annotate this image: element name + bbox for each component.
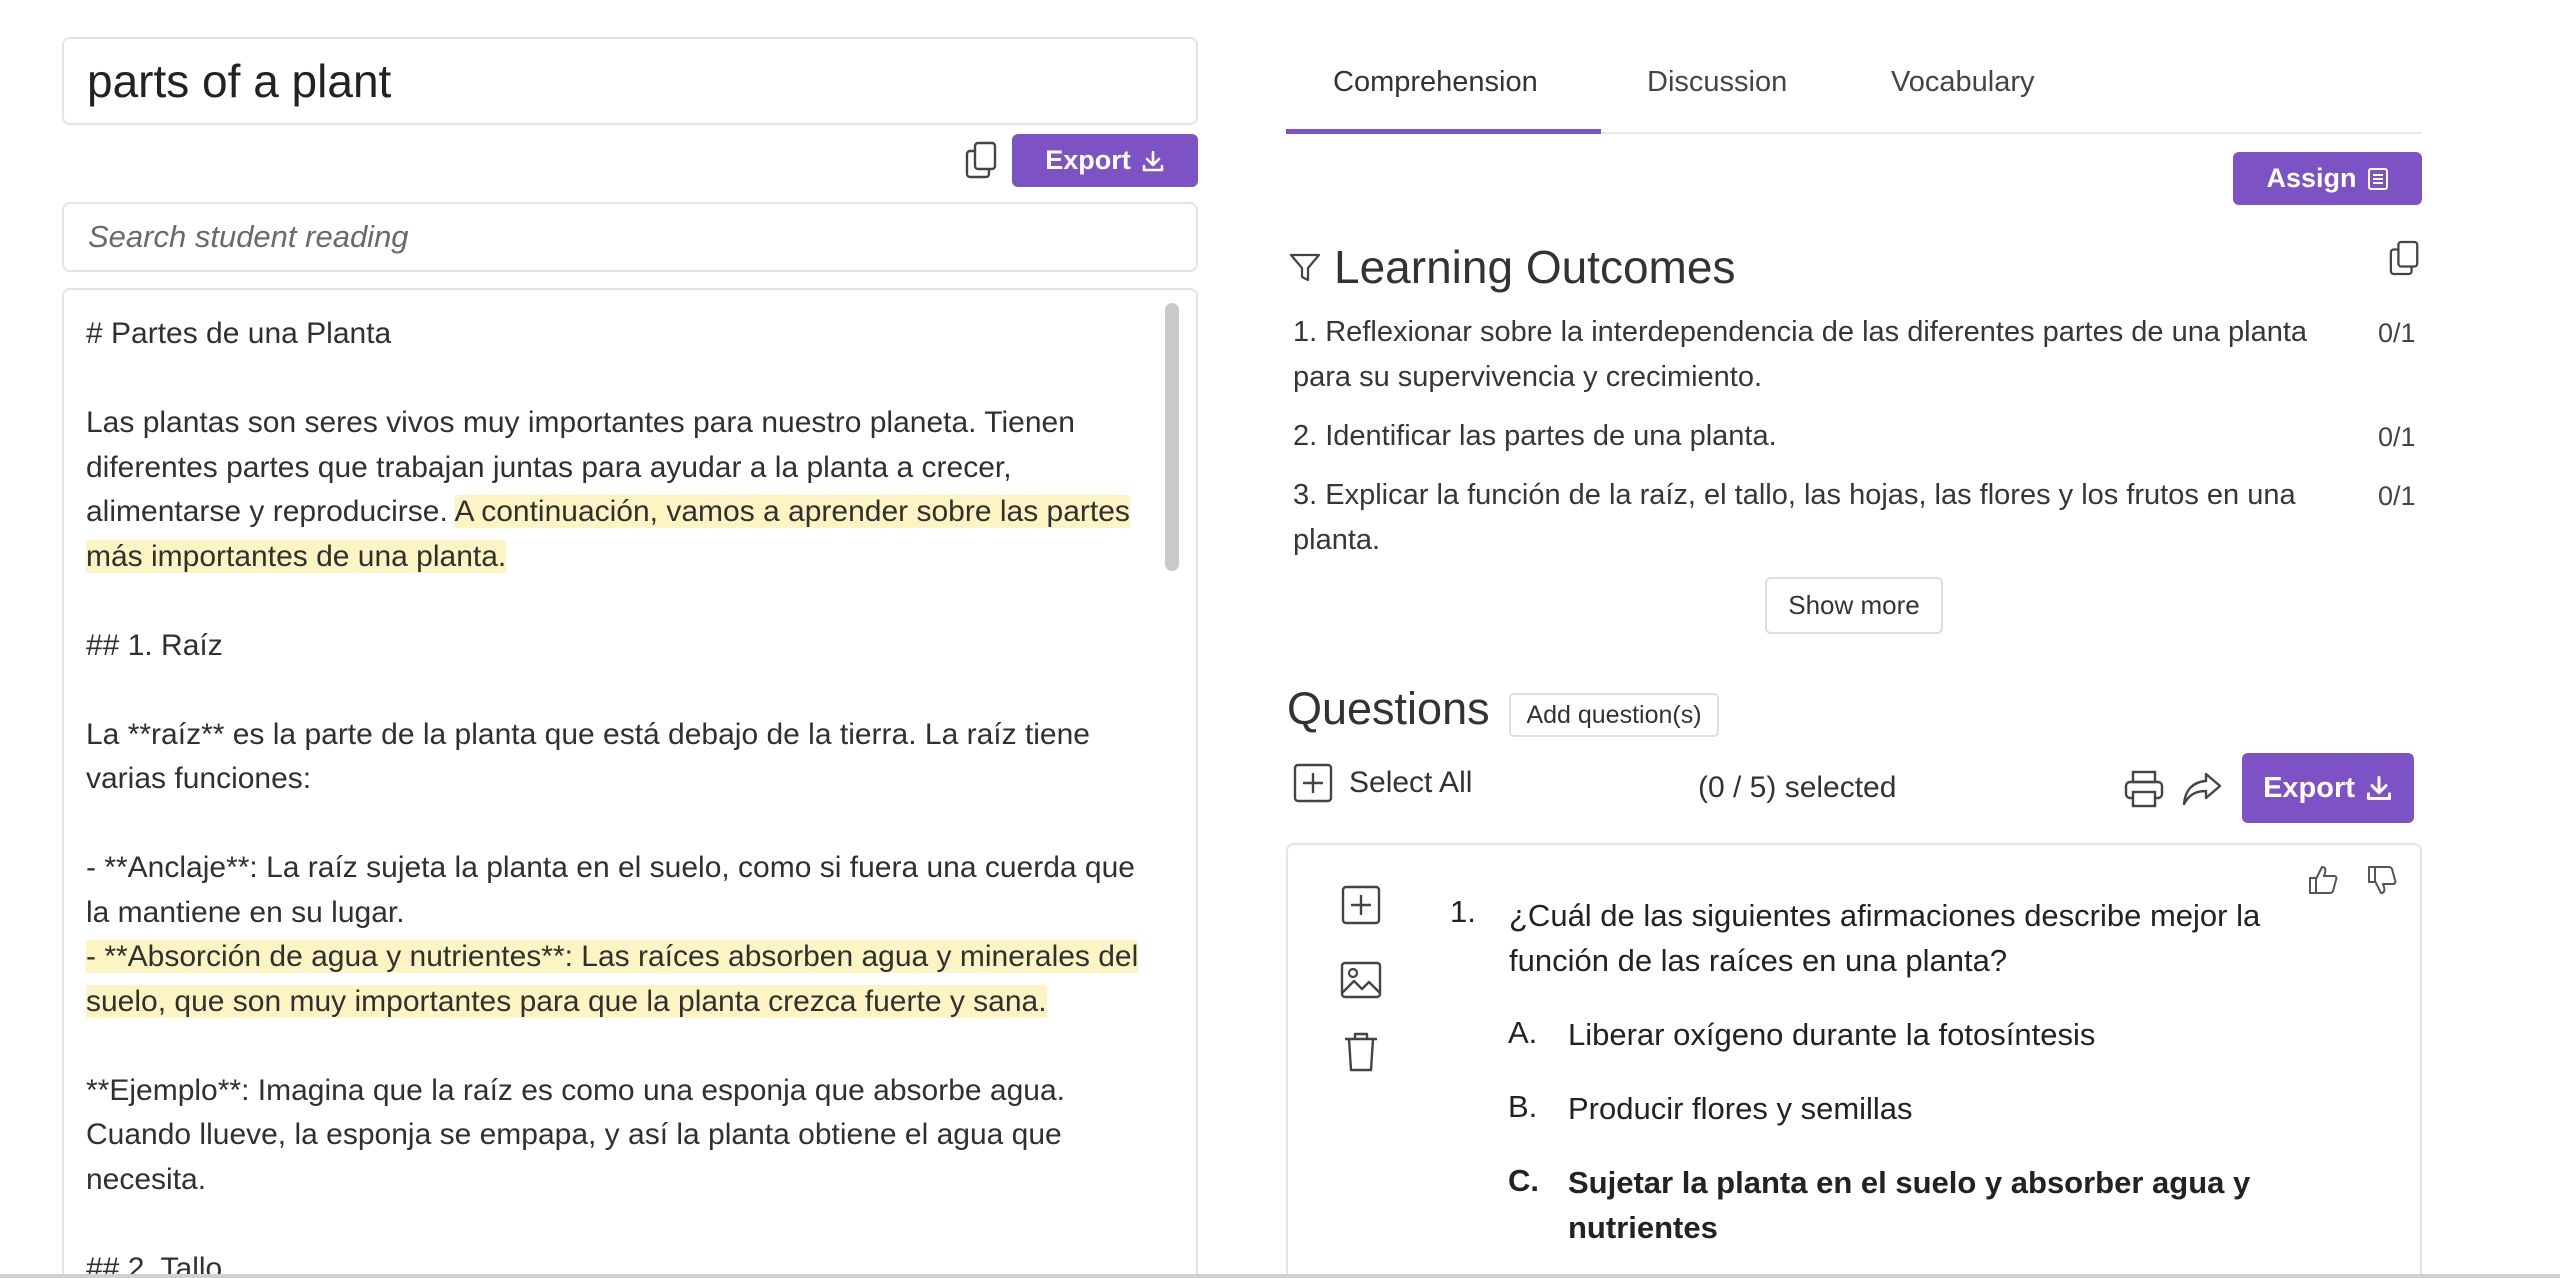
share-button[interactable] — [2178, 765, 2226, 813]
topic-value: parts of a plant — [87, 55, 392, 107]
reading-list-item: - **Anclaje**: La raíz sujeta la planta … — [86, 851, 1135, 929]
option-letter: A. — [1508, 1015, 1538, 1050]
thumbs-down-button[interactable] — [2364, 862, 2400, 898]
reading-list-item: - **Absorción de agua y nutrientes**: La… — [86, 935, 1146, 1024]
reading-panel[interactable]: # Partes de una Planta Las plantas son s… — [62, 288, 1198, 1278]
show-more-button[interactable]: Show more — [1765, 577, 1943, 634]
window-bottom-edge — [0, 1274, 2560, 1278]
topic-input[interactable]: parts of a plant — [62, 37, 1198, 125]
copy-outcomes-button[interactable] — [2385, 238, 2425, 278]
question-text: ¿Cuál de las siguientes afirmaciones des… — [1509, 898, 2261, 978]
export-reading-label: Export — [1045, 145, 1131, 175]
search-input[interactable]: Search student reading — [62, 202, 1198, 272]
learning-outcomes-title: Learning Outcomes — [1334, 241, 1736, 293]
trash-icon — [1345, 1032, 1377, 1072]
list-icon — [2367, 167, 2388, 190]
thumbs-up-icon — [2309, 866, 2338, 894]
copy-icon — [2389, 240, 2419, 276]
outcome-score: 0/1 — [2378, 422, 2416, 452]
outcome-score: 0/1 — [2378, 318, 2416, 348]
image-icon — [1340, 961, 1382, 999]
outcome-score: 0/1 — [2378, 481, 2416, 511]
learning-outcomes-header: Learning Outcomes — [1288, 240, 1735, 294]
reading-content: # Partes de una Planta Las plantas son s… — [86, 312, 1146, 1278]
reading-subheading: ## 1. Raíz — [86, 628, 223, 662]
copy-reading-button[interactable] — [962, 140, 1002, 180]
reading-paragraph: **Ejemplo**: Imagina que la raíz es como… — [86, 1073, 1065, 1196]
option-letter-correct: C. — [1508, 1163, 1539, 1198]
export-questions-button[interactable]: Export — [2242, 753, 2414, 823]
select-all-label: Select All — [1349, 766, 1473, 799]
outcome-item: 1. Reflexionar sobre la interdependencia… — [1293, 316, 2308, 393]
print-icon — [2124, 770, 2164, 808]
selected-count: (0 / 5) selected — [1698, 771, 1897, 804]
outcome-item: 2. Identificar las partes de una planta. — [1293, 420, 1777, 452]
download-icon — [1142, 150, 1164, 171]
download-icon — [2366, 775, 2391, 801]
search-placeholder: Search student reading — [88, 219, 409, 254]
option-letter: B. — [1508, 1089, 1538, 1124]
tab-bar: Comprehension Discussion Vocabulary — [1286, 46, 2422, 134]
option-text: Producir flores y semillas — [1568, 1091, 1913, 1126]
plus-square-icon — [1293, 763, 1333, 803]
questions-title: Questions — [1287, 683, 1490, 734]
reading-paragraph: Las plantas son seres vivos muy importan… — [86, 401, 1146, 579]
select-all-button[interactable]: Select All — [1293, 763, 1472, 803]
assign-button[interactable]: Assign — [2233, 152, 2422, 205]
delete-question-button[interactable] — [1340, 1030, 1382, 1074]
filter-icon — [1289, 253, 1321, 282]
copy-icon — [965, 141, 997, 179]
thumbs-down-icon — [2368, 866, 2397, 894]
add-questions-button[interactable]: Add question(s) — [1509, 693, 1719, 737]
reading-paragraph: La **raíz** es la parte de la planta que… — [86, 717, 1090, 796]
add-image-button[interactable] — [1340, 959, 1382, 1001]
print-button[interactable] — [2120, 765, 2168, 813]
assign-label: Assign — [2266, 163, 2357, 193]
active-tab-indicator — [1286, 129, 1601, 134]
reading-scrollbar[interactable] — [1165, 303, 1179, 571]
option-text-correct: Sujetar la planta en el suelo y absorber… — [1568, 1165, 2251, 1245]
outcome-item: 3. Explicar la función de la raíz, el ta… — [1293, 479, 2296, 556]
add-to-selection-button[interactable] — [1340, 884, 1382, 926]
tab-vocabulary[interactable]: Vocabulary — [1891, 66, 2035, 99]
question-number: 1. — [1450, 894, 1476, 929]
option-text: Liberar oxígeno durante la fotosíntesis — [1568, 1017, 2096, 1052]
reading-heading: # Partes de una Planta — [86, 317, 392, 350]
export-reading-button[interactable]: Export — [1012, 134, 1198, 187]
page: parts of a plant Export Search student r… — [0, 0, 2560, 1278]
thumbs-up-button[interactable] — [2305, 862, 2341, 898]
tab-discussion[interactable]: Discussion — [1647, 66, 1787, 99]
plus-square-icon — [1341, 885, 1381, 925]
share-icon — [2182, 772, 2222, 806]
reading-highlight: - **Absorción de agua y nutrientes**: La… — [86, 940, 1139, 1018]
export-questions-label: Export — [2263, 771, 2355, 804]
tab-comprehension[interactable]: Comprehension — [1333, 66, 1538, 99]
